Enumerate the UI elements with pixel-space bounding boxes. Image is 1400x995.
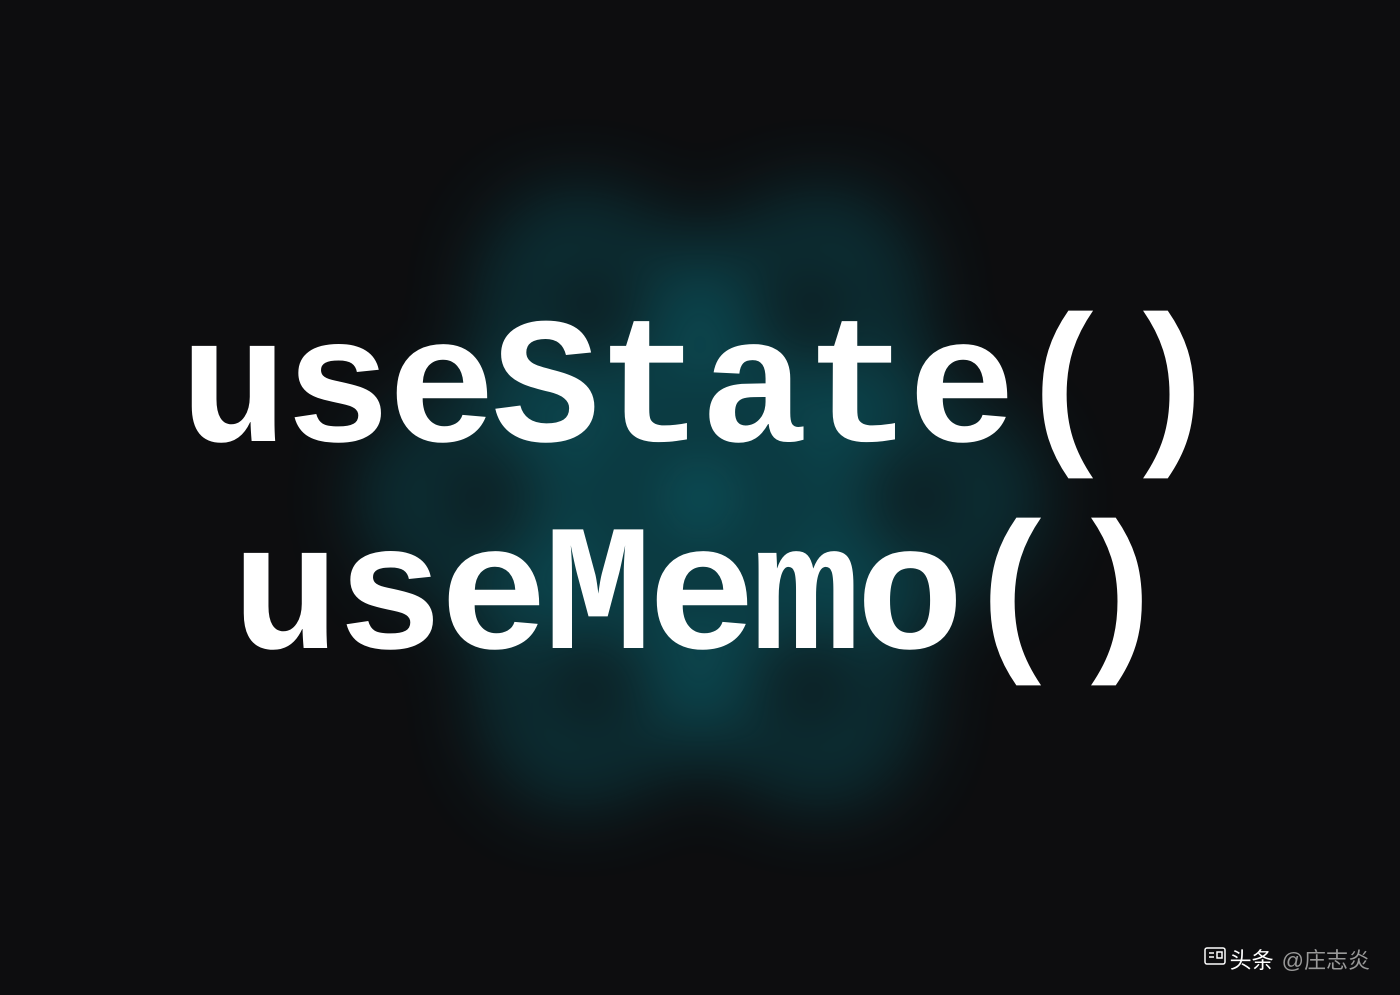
watermark: 头条 @庄志炎 [1203, 943, 1370, 975]
watermark-logo: 头条 [1203, 943, 1274, 975]
hook-text-line-2: useMemo() [180, 498, 1220, 705]
watermark-author: @庄志炎 [1282, 943, 1370, 975]
hook-text-line-1: useState() [180, 291, 1220, 498]
hook-text-container: useState() useMemo() [180, 291, 1220, 705]
toutiao-icon [1203, 944, 1227, 974]
watermark-logo-text: 头条 [1230, 943, 1274, 975]
